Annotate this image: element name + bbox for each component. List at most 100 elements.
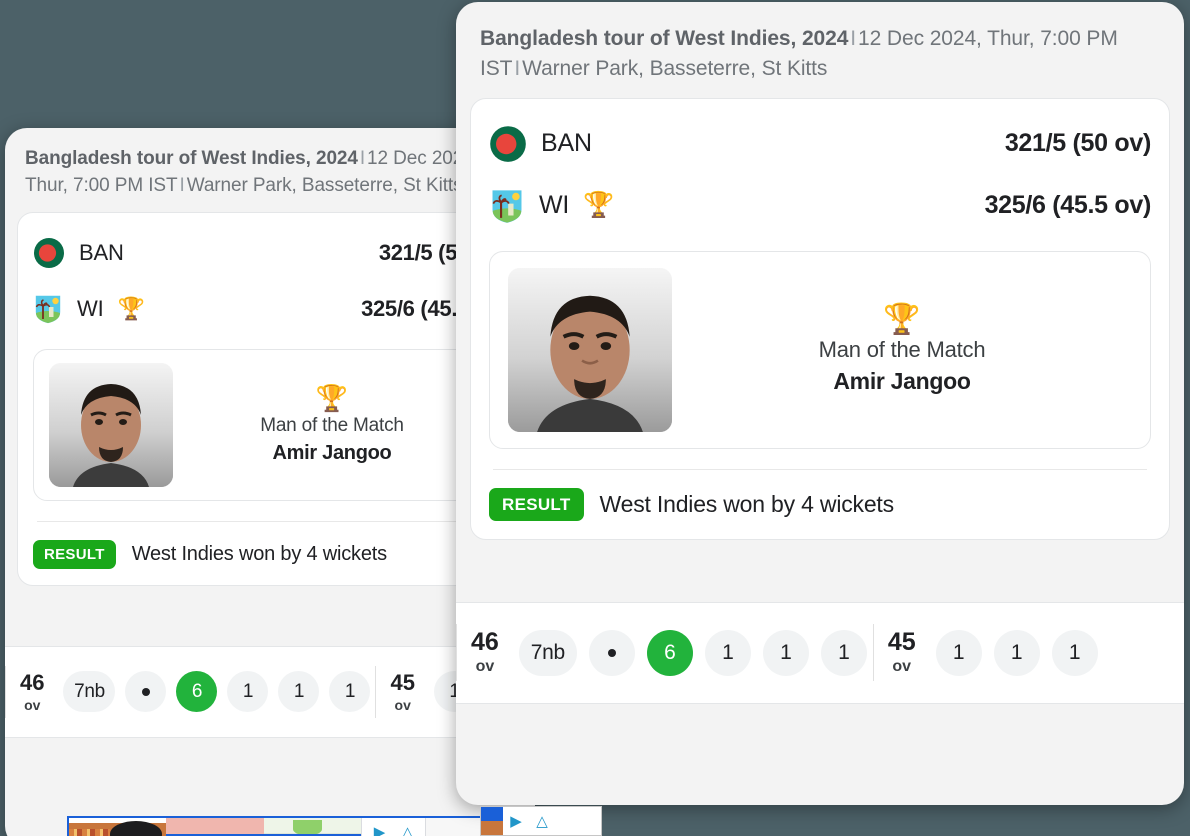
over-number-46-back: 46 [20,670,45,696]
player-photo [508,267,672,432]
result-badge-back: RESULT [33,539,116,569]
ball-46-4[interactable]: 1 [704,629,751,676]
man-of-the-match-panel[interactable]: 🏆 Man of the Match Amir Jangoo [489,250,1151,449]
motm-label-back: Man of the Match [260,414,404,436]
ball-46-1-back[interactable]: 7nb [63,671,116,713]
motm-trophy-icon: 🏆 [883,302,921,336]
over-number-45: 45 [887,628,916,657]
west-indies-flag-icon [490,188,524,225]
over-label-45-back: 45 ov [375,666,428,718]
player-portrait-icon [508,267,672,432]
bangladesh-flag-icon [34,237,64,268]
team-identity-ban-back: BAN [33,237,379,269]
team-row-ban-back[interactable]: BAN 321/5 (50 ov) [33,225,507,281]
series-title: Bangladesh tour of West Indies, 2024 [480,27,849,50]
team-identity-ban: BAN [489,125,1005,163]
ad-image-3[interactable] [263,818,361,836]
divider [493,468,1147,470]
motm-text-back: 🏆 Man of the Match Amir Jangoo [173,383,491,464]
header-separator-1-back: I [359,148,366,169]
adchoices-icon[interactable]: ▶ [366,821,392,836]
ad-choices-controls[interactable]: ▶ △ [360,818,425,836]
header-separator-2: I [514,56,521,80]
over-unit-45: ov [892,657,912,675]
result-row-back: RESULT West Indies won by 4 wickets [33,539,507,571]
ball-46-5-back[interactable]: 1 [278,671,320,713]
match-header: Bangladesh tour of West Indies, 2024I12 … [456,2,1184,98]
ball-46-4-back[interactable]: 1 [227,671,269,713]
over-label-46: 46 ov [456,624,513,682]
card-bottom-gap [456,703,1184,766]
ad-thumbnail-icon [481,807,503,835]
divider-back [37,520,503,522]
team-row-wi-back[interactable]: WI 🏆 325/6 (45.5 ov) [33,281,507,337]
over-group-46-back: 46 ov 7nb 6 1 1 1 [5,666,375,718]
advertisement-banner[interactable]: ▶ △ [67,816,535,836]
west-indies-flag-icon [34,294,62,325]
card-gap [456,539,1184,602]
ball-46-2-back[interactable] [125,671,167,713]
team-identity-wi: WI 🏆 [489,187,985,225]
motm-trophy-icon-back: 🏆 [315,383,349,414]
team-code-ban: BAN [541,129,592,158]
winner-trophy-icon-back: 🏆 [117,295,145,321]
score-panel: BAN 321/5 (50 ov) WI 🏆 325/6 (45.5 ov) 🏆… [470,97,1170,540]
team-row-ban[interactable]: BAN 321/5 (50 ov) [489,113,1151,175]
team-score-wi: 325/6 (45.5 ov) [984,191,1152,220]
bangladesh-flag-icon [490,125,526,162]
ball-46-3[interactable]: 6 [646,629,693,676]
series-title-back: Bangladesh tour of West Indies, 2024 [25,148,358,169]
team-row-wi[interactable]: WI 🏆 325/6 (45.5 ov) [489,175,1151,237]
match-time-back: 7:00 PM IST [73,174,178,196]
team-score-ban: 321/5 (50 ov) [1004,129,1151,158]
result-badge: RESULT [489,487,584,521]
over-label-46-back: 46 ov [5,666,58,718]
over-group-46: 46 ov 7nb 6 1 1 1 [456,624,873,682]
ball-46-6[interactable]: 1 [820,629,867,676]
match-venue-back: Warner Park, Basseterre, St Kitts [186,174,463,196]
over-unit-46: ov [475,657,495,675]
player-portrait-icon [49,362,173,487]
ball-46-6-back[interactable]: 1 [329,671,371,713]
over-group-45: 45 ov 1 1 1 [872,624,1104,682]
player-photo-back [49,362,173,487]
ball-46-2[interactable] [588,629,635,676]
ball-by-ball-strip[interactable]: 46 ov 7nb 6 1 1 1 45 ov 1 1 1 [456,601,1184,704]
over-number-46: 46 [471,628,499,657]
match-venue: Warner Park, Basseterre, St Kitts [522,56,828,80]
match-date: 12 Dec 2024, Thur, [858,27,1035,50]
ad-image-2[interactable] [166,818,264,836]
ball-46-5[interactable]: 1 [762,629,809,676]
motm-label: Man of the Match [818,337,986,363]
ball-46-1[interactable]: 7nb [518,629,577,676]
result-row: RESULT West Indies won by 4 wickets [489,487,1151,523]
over-unit-46-back: ov [24,696,41,713]
team-code-wi-back: WI [77,295,104,321]
ball-46-3-back[interactable]: 6 [176,671,218,713]
ball-45-1[interactable]: 1 [935,629,982,676]
collapse-ad-icon[interactable]: △ [394,821,420,836]
header-separator-1: I [850,27,857,50]
ball-45-3[interactable]: 1 [1051,629,1098,676]
screenshot-stage: Bangladesh tour of West Indies, 2024 I 12 … [0,0,1190,836]
header-separator-2-back: I [179,174,185,196]
team-code-ban-back: BAN [79,239,124,265]
ball-45-2[interactable]: 1 [993,629,1040,676]
match-scorecard-front[interactable]: Bangladesh tour of West Indies, 2024I12 … [456,2,1184,805]
motm-text: 🏆 Man of the Match Amir Jangoo [672,304,1132,396]
team-code-wi: WI [539,191,570,220]
collapse-ad-arrow-icon[interactable]: △ [529,810,555,832]
team-identity-wi-back: WI 🏆 [33,293,361,325]
motm-name: Amir Jangoo [833,368,971,395]
winner-trophy-icon: 🏆 [583,191,615,220]
man-of-the-match-panel-back[interactable]: 🏆 Man of the Match Amir Jangoo [33,348,507,501]
result-text-back: West Indies won by 4 wickets [131,542,387,565]
ad-choices-widget[interactable]: ▶ △ [480,806,602,836]
score-panel-back: BAN 321/5 (50 ov) WI 🏆 325/6 (45.5 ov) 🏆… [17,211,523,586]
over-unit-45-back: ov [394,696,411,713]
over-label-45: 45 ov [872,624,930,682]
ad-image-1[interactable] [69,818,167,836]
motm-name-back: Amir Jangoo [272,441,392,464]
adchoices-info-icon[interactable]: ▶ [503,810,529,832]
result-text: West Indies won by 4 wickets [599,490,895,517]
